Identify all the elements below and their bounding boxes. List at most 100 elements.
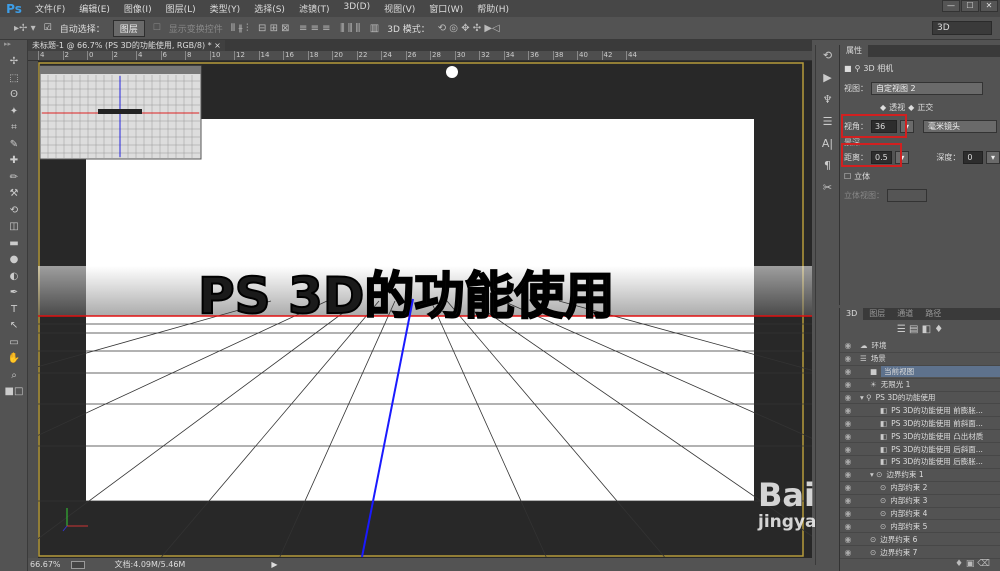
- visibility-eye-icon[interactable]: ◉: [840, 457, 856, 466]
- visibility-eye-icon[interactable]: ◉: [840, 548, 856, 557]
- hand-tool-icon[interactable]: ✋: [0, 351, 28, 368]
- path-select-tool-icon[interactable]: ↖: [0, 318, 28, 335]
- stereo-checkbox[interactable]: ☐: [844, 172, 851, 181]
- scene-tree-item[interactable]: ◉ ⊙ 内部约束 4: [840, 508, 1000, 521]
- tools-preset-icon[interactable]: ✂: [816, 177, 839, 199]
- lens-unit-dropdown[interactable]: 毫米镜头: [923, 120, 998, 133]
- scene-tree-item[interactable]: ◉ ◧ PS 3D的功能使用 前膨胀...: [840, 404, 1000, 418]
- tab-2[interactable]: 通道: [891, 308, 920, 320]
- 3d-text[interactable]: PS 3D的功能使用: [197, 266, 615, 326]
- eraser-tool-icon[interactable]: ◫: [0, 219, 28, 236]
- type-tool-icon[interactable]: T: [0, 302, 28, 319]
- menu-item[interactable]: 选择(S): [247, 2, 292, 15]
- paragraph-icon[interactable]: ¶: [816, 155, 839, 177]
- visibility-eye-icon[interactable]: ◉: [840, 509, 856, 518]
- history-icon[interactable]: ⟲: [816, 45, 839, 67]
- camera-icon[interactable]: ■: [844, 64, 852, 73]
- stereo-view-dropdown[interactable]: [887, 189, 927, 202]
- scene-tree-item[interactable]: ◉ ▾ ⚲ PS 3D的功能使用: [840, 392, 1000, 405]
- visibility-eye-icon[interactable]: ◉: [840, 432, 856, 441]
- scene-tree-item[interactable]: ◉ ■ 当前视图: [840, 366, 1000, 379]
- zoom-level[interactable]: 66.67%: [30, 560, 61, 569]
- status-menu-arrow[interactable]: ▶: [271, 560, 277, 569]
- scene-tree-item[interactable]: ◉ ◧ PS 3D的功能使用 后斜面...: [840, 443, 1000, 457]
- visibility-eye-icon[interactable]: ◉: [840, 522, 856, 531]
- workspace-dropdown[interactable]: 3D: [932, 21, 992, 35]
- tab-0[interactable]: 3D: [840, 308, 864, 320]
- menu-item[interactable]: 图像(I): [117, 2, 159, 15]
- tab-properties[interactable]: 属性: [840, 45, 868, 57]
- depth-dropdown[interactable]: ▾: [985, 151, 1000, 164]
- close-button[interactable]: ✕: [980, 0, 998, 12]
- scene-icon[interactable]: ⚲: [855, 64, 861, 73]
- dodge-tool-icon[interactable]: ◐: [0, 269, 28, 286]
- brush-tool-icon[interactable]: ✏: [0, 170, 28, 187]
- move-tool-icon[interactable]: ▸✢ ▾: [14, 23, 36, 34]
- document-tab-close[interactable]: ×: [214, 41, 221, 50]
- show-transform-checkbox[interactable]: ☐: [153, 23, 161, 33]
- align-icons[interactable]: ⫴ ⫵ ⫶ ⊟ ⊞ ⊠ ≡ ≡ ≡ ⫼ ⫼ ⫼ ▥: [231, 23, 379, 34]
- document-tab[interactable]: 未标题-1 @ 66.7% (PS 3D的功能使用, RGB/8) * ×: [28, 40, 225, 51]
- visibility-eye-icon[interactable]: ◉: [840, 354, 856, 363]
- canvas-svg[interactable]: PS 3D的功能使用: [38, 61, 812, 558]
- scene-tree-item[interactable]: ◉ ⊙ 边界约束 7: [840, 546, 1000, 560]
- scene-tree-item[interactable]: ◉ ◧ PS 3D的功能使用 前斜面...: [840, 417, 1000, 431]
- scene-tree-item[interactable]: ◉ ⊙ 内部约束 3: [840, 495, 1000, 508]
- visibility-eye-icon[interactable]: ◉: [840, 367, 856, 376]
- menu-item[interactable]: 窗口(W): [422, 2, 470, 15]
- tab-3[interactable]: 路径: [919, 308, 948, 320]
- scene-tree-item[interactable]: ◉ ☀ 无限光 1: [840, 379, 1000, 392]
- healing-tool-icon[interactable]: ✚: [0, 153, 28, 170]
- visibility-eye-icon[interactable]: ◉: [840, 470, 856, 479]
- ortho-icon[interactable]: ◆: [908, 103, 914, 112]
- shape-tool-icon[interactable]: ▭: [0, 335, 28, 352]
- history-brush-tool-icon[interactable]: ⟲: [0, 203, 28, 220]
- character-icon[interactable]: A|: [816, 133, 839, 155]
- panel-bottom-icons[interactable]: ♦ ▣ ⌫: [955, 559, 990, 569]
- visibility-eye-icon[interactable]: ◉: [840, 483, 856, 492]
- perspective-button[interactable]: 透视: [889, 102, 905, 113]
- menu-item[interactable]: 滤镜(T): [292, 2, 337, 15]
- scene-tree-item[interactable]: ◉ ⊙ 边界约束 6: [840, 533, 1000, 547]
- orthographic-button[interactable]: 正交: [917, 102, 933, 113]
- navigator-thumbnail[interactable]: [39, 65, 202, 160]
- actions-icon[interactable]: ▶: [816, 67, 839, 89]
- scene-tree-item[interactable]: ◉ ⊙ 内部约束 5: [840, 520, 1000, 534]
- scene-tree-item[interactable]: ◉ ▾ ⊙ 边界约束 1: [840, 469, 1000, 482]
- tab-1[interactable]: 图层: [863, 308, 892, 320]
- visibility-eye-icon[interactable]: ◉: [840, 535, 856, 544]
- eyedropper-tool-icon[interactable]: ✎: [0, 137, 28, 154]
- menu-item[interactable]: 文件(F): [28, 2, 72, 15]
- zoom-icon[interactable]: [70, 560, 85, 569]
- menu-item[interactable]: 3D(D): [336, 2, 377, 15]
- scene-tree-item[interactable]: ◉ ◧ PS 3D的功能使用 凸出材质: [840, 430, 1000, 444]
- crop-tool-icon[interactable]: ⌗: [0, 120, 28, 137]
- scene-tree-item[interactable]: ◉ ◧ PS 3D的功能使用 后膨胀...: [840, 456, 1000, 469]
- move-tool-icon[interactable]: ✢: [0, 54, 28, 71]
- canvas-area[interactable]: PS 3D的功能使用: [38, 61, 812, 558]
- menu-item[interactable]: 编辑(E): [72, 2, 117, 15]
- 3d-filter-icons[interactable]: ☰ ▤ ◧ ♦: [840, 320, 1000, 340]
- adjustments-icon[interactable]: ☰: [816, 111, 839, 133]
- auto-select-checkbox[interactable]: ☑: [44, 23, 52, 33]
- auto-select-dropdown[interactable]: 图层: [112, 19, 145, 37]
- 3d-mode-icons[interactable]: ⟲ ◎ ✥ ✣ ▶◁: [438, 23, 500, 34]
- visibility-eye-icon[interactable]: ◉: [840, 406, 856, 415]
- 3d-icon[interactable]: ♆: [816, 89, 839, 111]
- menu-item[interactable]: 类型(Y): [203, 2, 248, 15]
- depth-input[interactable]: 0: [963, 151, 983, 164]
- scene-tree-item[interactable]: ◉ ☁ 环境: [840, 340, 1000, 353]
- visibility-eye-icon[interactable]: ◉: [840, 341, 856, 350]
- menu-item[interactable]: 帮助(H): [470, 2, 516, 15]
- scene-tree-item[interactable]: ◉ ⊙ 内部约束 2: [840, 482, 1000, 495]
- marquee-tool-icon[interactable]: ⬚: [0, 71, 28, 88]
- stamp-tool-icon[interactable]: ⚒: [0, 186, 28, 203]
- visibility-eye-icon[interactable]: ◉: [840, 380, 856, 389]
- visibility-eye-icon[interactable]: ◉: [840, 496, 856, 505]
- zoom-tool-icon[interactable]: ⌕: [0, 368, 28, 385]
- blur-tool-icon[interactable]: ●: [0, 252, 28, 269]
- visibility-eye-icon[interactable]: ◉: [840, 445, 856, 454]
- pen-tool-icon[interactable]: ✒: [0, 285, 28, 302]
- gradient-tool-icon[interactable]: ▬: [0, 236, 28, 253]
- maximize-button[interactable]: ☐: [961, 0, 979, 12]
